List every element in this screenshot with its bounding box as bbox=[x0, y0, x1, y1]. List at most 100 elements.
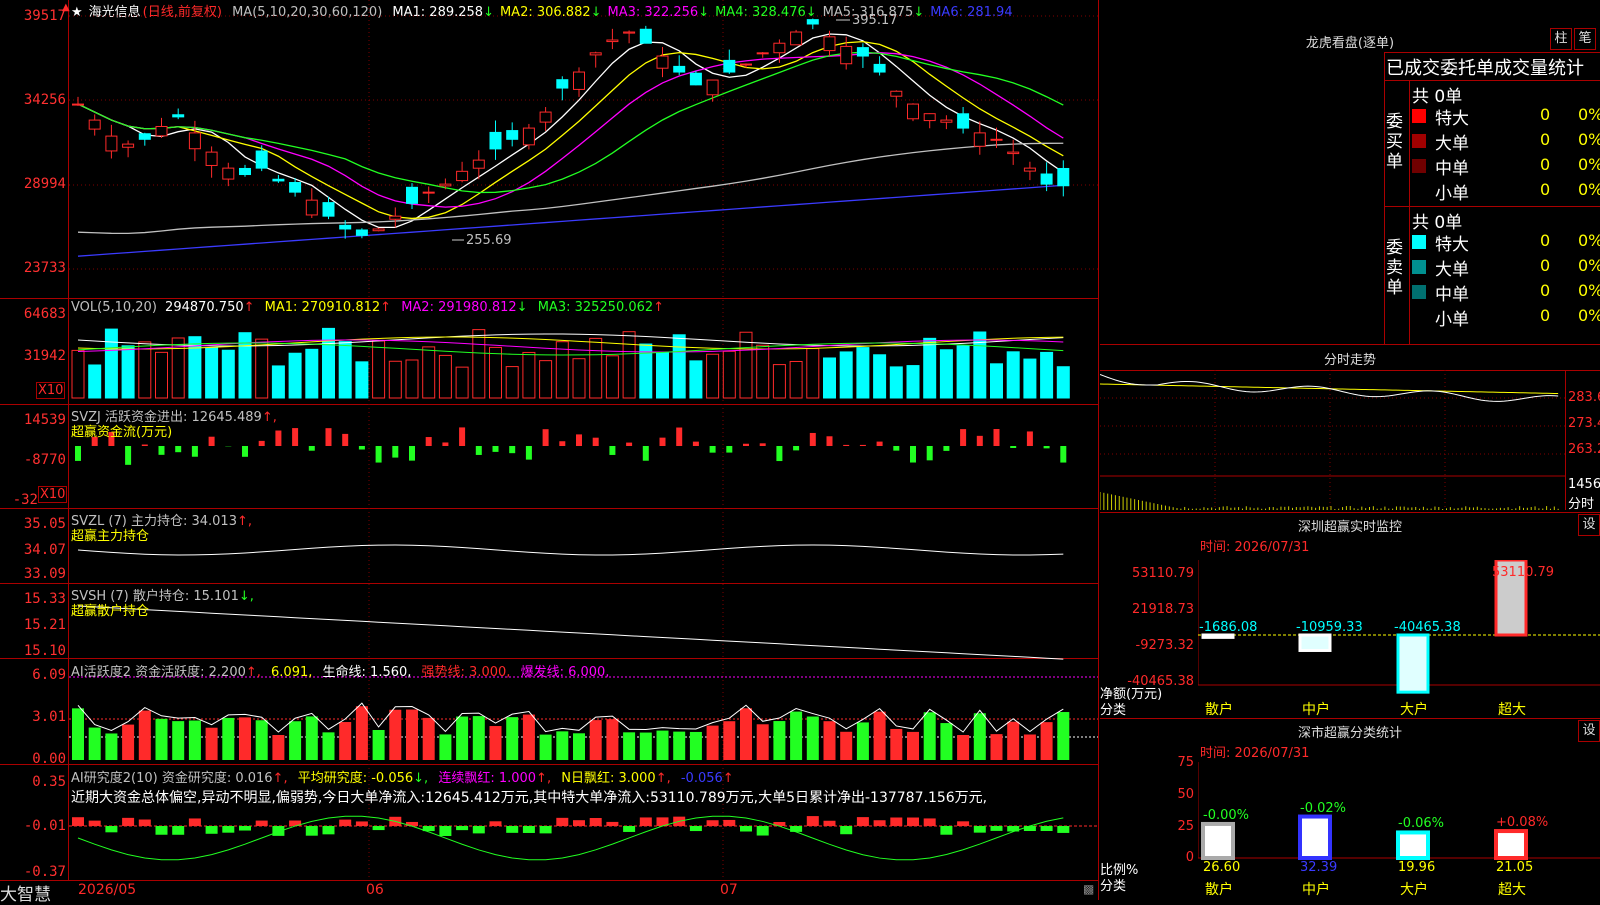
research-bar bbox=[907, 818, 919, 826]
volume-bar bbox=[840, 352, 852, 398]
divider bbox=[1384, 80, 1600, 81]
monitor-axis-label: -9273.32 bbox=[1100, 638, 1194, 653]
class-value: 32.39 bbox=[1300, 860, 1337, 875]
activity-bar bbox=[974, 713, 986, 760]
activity-bar bbox=[957, 735, 969, 760]
intraday-title: 分时走势 bbox=[1100, 349, 1600, 368]
research-bar bbox=[356, 821, 368, 826]
activity-bar bbox=[623, 732, 635, 760]
candlestick-chart[interactable] bbox=[0, 0, 1098, 900]
ai1-axis-label: 6.09 bbox=[0, 667, 66, 683]
volume-bar bbox=[523, 352, 535, 398]
classstat-settings-button[interactable]: 设 bbox=[1578, 720, 1600, 742]
activity-bar bbox=[456, 717, 468, 760]
row-pct: 0% bbox=[1578, 105, 1600, 124]
ai1-v2: 6.091, bbox=[271, 665, 312, 680]
volume-bar bbox=[606, 356, 618, 398]
research-bar bbox=[373, 826, 385, 830]
buy-label: 委买单 bbox=[1386, 112, 1406, 172]
research-bar bbox=[573, 820, 585, 826]
row-name: 小单 bbox=[1435, 305, 1469, 330]
research-bar bbox=[72, 817, 84, 826]
candle bbox=[440, 184, 451, 186]
activity-bar bbox=[740, 708, 752, 760]
volume-bar bbox=[439, 355, 451, 398]
activity-bar bbox=[72, 708, 84, 760]
svsh-axis-label: 15.10 bbox=[0, 643, 66, 659]
volume-bar bbox=[272, 366, 284, 398]
tick-mode-button[interactable]: 笔 bbox=[1574, 28, 1596, 50]
volume-bar bbox=[556, 342, 568, 398]
flow-bar bbox=[543, 429, 549, 446]
activity-bar bbox=[907, 732, 919, 760]
volume-bar bbox=[206, 348, 218, 398]
volume-bar bbox=[289, 353, 301, 398]
candle bbox=[824, 37, 835, 51]
candle bbox=[89, 120, 100, 129]
research-bar bbox=[506, 826, 518, 833]
vol-ma3: MA3: 325250.062 bbox=[538, 300, 653, 315]
row-qty: 0 bbox=[1540, 155, 1550, 174]
research-bar bbox=[606, 822, 618, 826]
research-bar bbox=[306, 826, 318, 836]
flow-bar bbox=[810, 433, 816, 446]
activity-bar bbox=[239, 717, 251, 760]
activity-bar bbox=[773, 721, 785, 760]
row-qty: 0 bbox=[1540, 231, 1550, 250]
monitor-category: 超大 bbox=[1498, 699, 1526, 719]
vol-dir: ↑ bbox=[244, 300, 255, 315]
candle bbox=[473, 160, 484, 168]
chart-area[interactable]: ★海光信息(日线,前复权) MA(5,10,20,30,60,120) MA1:… bbox=[0, 0, 1100, 900]
monitor-chart[interactable] bbox=[1198, 560, 1600, 710]
class-category: 超大 bbox=[1498, 879, 1526, 899]
legend-swatch bbox=[1412, 134, 1426, 148]
flow-bar bbox=[559, 441, 565, 446]
vol-axis-label: 64683 bbox=[0, 306, 66, 322]
candle bbox=[991, 139, 1002, 140]
retail-line bbox=[78, 606, 1063, 659]
volume-bar bbox=[406, 360, 418, 398]
date-label: 2026/05 bbox=[78, 882, 136, 898]
bar-mode-button[interactable]: 柱 bbox=[1550, 28, 1572, 50]
activity-bar bbox=[573, 733, 585, 760]
class-value: 19.96 bbox=[1398, 860, 1435, 875]
vol-unit-badge: X10 bbox=[36, 382, 65, 399]
classstat-axis-label: 50 bbox=[1100, 787, 1194, 802]
monitor-axis-label: 21918.73 bbox=[1100, 602, 1194, 617]
svzl-dir: ↑, bbox=[237, 514, 252, 529]
monitor-value: -10959.33 bbox=[1296, 620, 1363, 635]
activity-bar bbox=[490, 726, 502, 760]
candle bbox=[640, 29, 651, 43]
flow-bar bbox=[326, 428, 332, 446]
candle bbox=[574, 72, 585, 89]
svzl-axis-label: 35.05 bbox=[0, 516, 66, 532]
activity-bar bbox=[991, 734, 1003, 760]
candle bbox=[73, 104, 84, 105]
lock-icon[interactable]: ▩ bbox=[1083, 882, 1094, 896]
row-pct: 0% bbox=[1578, 180, 1600, 199]
volume-bar bbox=[256, 339, 268, 398]
right-panel: 龙虎看盘(逐单) 柱 笔 已成交委托单成交量统计 委买单 委卖单 共 0单 共 … bbox=[1100, 0, 1600, 900]
svzl-sub: 超赢主力持仓 bbox=[71, 525, 149, 544]
monitor-settings-button[interactable]: 设 bbox=[1578, 514, 1600, 536]
legend-swatch bbox=[1412, 109, 1426, 123]
candle bbox=[624, 32, 635, 33]
volume-bar bbox=[857, 348, 869, 398]
svzl-axis-label: 33.09 bbox=[0, 566, 66, 582]
candle bbox=[1041, 174, 1052, 184]
activity-bar bbox=[373, 730, 385, 760]
candle bbox=[356, 230, 367, 235]
flow-bar bbox=[843, 445, 849, 446]
class-bar bbox=[1300, 817, 1330, 858]
ai2-nr: N日飘红: 3.000 bbox=[561, 771, 655, 786]
volume-bar bbox=[824, 358, 836, 398]
intraday-chart[interactable] bbox=[1100, 370, 1565, 510]
flow-bar bbox=[743, 444, 749, 446]
volume-bar bbox=[874, 355, 886, 398]
monitor-title: 深圳超赢实时监控 bbox=[1100, 516, 1600, 535]
flow-bar bbox=[259, 441, 265, 446]
flow-bar bbox=[75, 446, 81, 461]
flow-bar bbox=[1010, 446, 1016, 448]
activity-bar bbox=[940, 723, 952, 760]
ai2-avg: 平均研究度: -0.056 bbox=[298, 771, 413, 786]
